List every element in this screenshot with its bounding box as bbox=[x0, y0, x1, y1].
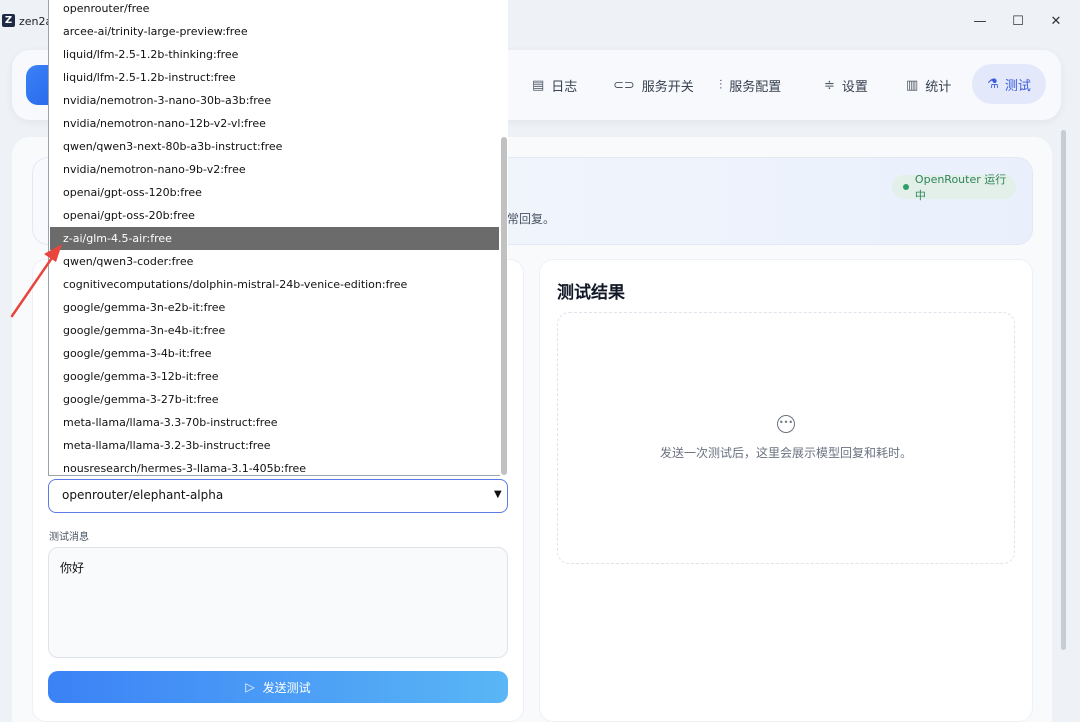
nav-item-service-config[interactable]: ⫶ 服务配置 bbox=[719, 72, 781, 98]
dropdown-option[interactable]: z-ai/glm-4.5-air:free bbox=[50, 227, 499, 250]
dropdown-option[interactable]: liquid/lfm-2.5-1.2b-instruct:free bbox=[50, 66, 499, 89]
dropdown-option[interactable]: google/gemma-3-4b-it:free bbox=[50, 342, 499, 365]
close-button[interactable]: ✕ bbox=[1046, 12, 1066, 32]
send-label: 发送测试 bbox=[262, 680, 311, 695]
nav-label: 服务开关 bbox=[641, 79, 694, 95]
message-label: 测试消息 bbox=[49, 532, 89, 543]
minimize-button[interactable]: — bbox=[970, 12, 990, 32]
bar-chart-icon: ▥ bbox=[906, 77, 919, 93]
result-title: 测试结果 bbox=[557, 283, 625, 303]
dropdown-option[interactable]: openai/gpt-oss-20b:free bbox=[50, 204, 499, 227]
dropdown-option[interactable]: liquid/lfm-2.5-1.2b-thinking:free bbox=[50, 43, 499, 66]
nav-item-service-toggle[interactable]: ⊂⊃ 服务开关 bbox=[613, 72, 694, 98]
dropdown-option[interactable]: google/gemma-3-27b-it:free bbox=[50, 388, 499, 411]
dropdown-option[interactable]: meta-llama/llama-3.2-3b-instruct:free bbox=[50, 434, 499, 457]
dropdown-option[interactable]: nvidia/nemotron-nano-12b-v2-vl:free bbox=[50, 112, 499, 135]
nav-label: 服务配置 bbox=[729, 79, 782, 95]
nav-item-stats[interactable]: ▥ 统计 bbox=[906, 72, 951, 98]
banner-description: 常回复。 bbox=[507, 212, 556, 226]
dropdown-option[interactable]: qwen/qwen3-next-80b-a3b-instruct:free bbox=[50, 135, 499, 158]
maximize-button[interactable]: ☐ bbox=[1008, 12, 1028, 32]
dropdown-scrollbar-thumb[interactable] bbox=[501, 137, 507, 475]
result-empty-text: 发送一次测试后，这里会展示模型回复和耗时。 bbox=[659, 446, 912, 460]
dropdown-option[interactable]: meta-llama/llama-3.3-70b-instruct:free bbox=[50, 411, 499, 434]
dropdown-option[interactable]: openai/gpt-oss-120b:free bbox=[50, 181, 499, 204]
annotation-arrow-icon bbox=[10, 244, 62, 318]
nav-item-logs[interactable]: ▤ 日志 bbox=[532, 72, 577, 98]
dropdown-option[interactable]: nvidia/nemotron-nano-9b-v2:free bbox=[50, 158, 499, 181]
message-textarea[interactable]: 你好 bbox=[48, 547, 508, 658]
status-text: OpenRouter 运行中 bbox=[914, 173, 1007, 202]
dropdown-option[interactable]: nvidia/nemotron-3-nano-30b-a3b:free bbox=[50, 89, 499, 112]
dropdown-option[interactable]: openrouter/free bbox=[50, 0, 499, 20]
dropdown-option[interactable]: google/gemma-3n-e4b-it:free bbox=[50, 319, 499, 342]
nav-item-test[interactable]: ⚗ 测试 bbox=[972, 64, 1046, 104]
status-dot-icon bbox=[903, 184, 909, 190]
settings-icon: ≑ bbox=[824, 77, 835, 93]
dropdown-option[interactable]: arcee-ai/trinity-large-preview:free bbox=[50, 20, 499, 43]
dropdown-option[interactable]: qwen/qwen3-coder:free bbox=[50, 250, 499, 273]
nav-label: 日志 bbox=[551, 79, 578, 95]
nav-item-settings[interactable]: ≑ 设置 bbox=[824, 72, 868, 98]
chevron-down-icon: ▼ bbox=[494, 489, 502, 500]
log-icon: ▤ bbox=[532, 77, 545, 93]
dropdown-option[interactable]: cognitivecomputations/dolphin-mistral-24… bbox=[50, 273, 499, 296]
dropdown-option[interactable]: google/gemma-3-12b-it:free bbox=[50, 365, 499, 388]
send-test-button[interactable]: ▷ 发送测试 bbox=[48, 671, 508, 703]
dropdown-option[interactable]: nousresearch/hermes-3-llama-3.1-405b:fre… bbox=[50, 457, 499, 480]
toggle-icon: ⊂⊃ bbox=[613, 77, 635, 93]
model-select[interactable]: openrouter/elephant-alpha bbox=[48, 479, 508, 513]
nav-label: 统计 bbox=[925, 79, 952, 95]
nav-label: 测试 bbox=[1004, 78, 1031, 94]
result-area bbox=[557, 312, 1015, 564]
status-badge: OpenRouter 运行中 bbox=[892, 173, 1016, 202]
dropdown-option[interactable]: google/gemma-3n-e2b-it:free bbox=[50, 296, 499, 319]
send-icon: ▷ bbox=[245, 680, 255, 694]
sliders-icon: ⫶ bbox=[719, 77, 723, 93]
model-dropdown-list: openrouter/free arcee-ai/trinity-large-pr… bbox=[48, 0, 508, 476]
page-scrollbar[interactable] bbox=[1061, 130, 1066, 650]
chat-bubble-icon: ••• bbox=[777, 415, 795, 433]
nav-label: 设置 bbox=[841, 79, 868, 95]
flask-icon: ⚗ bbox=[987, 76, 999, 92]
